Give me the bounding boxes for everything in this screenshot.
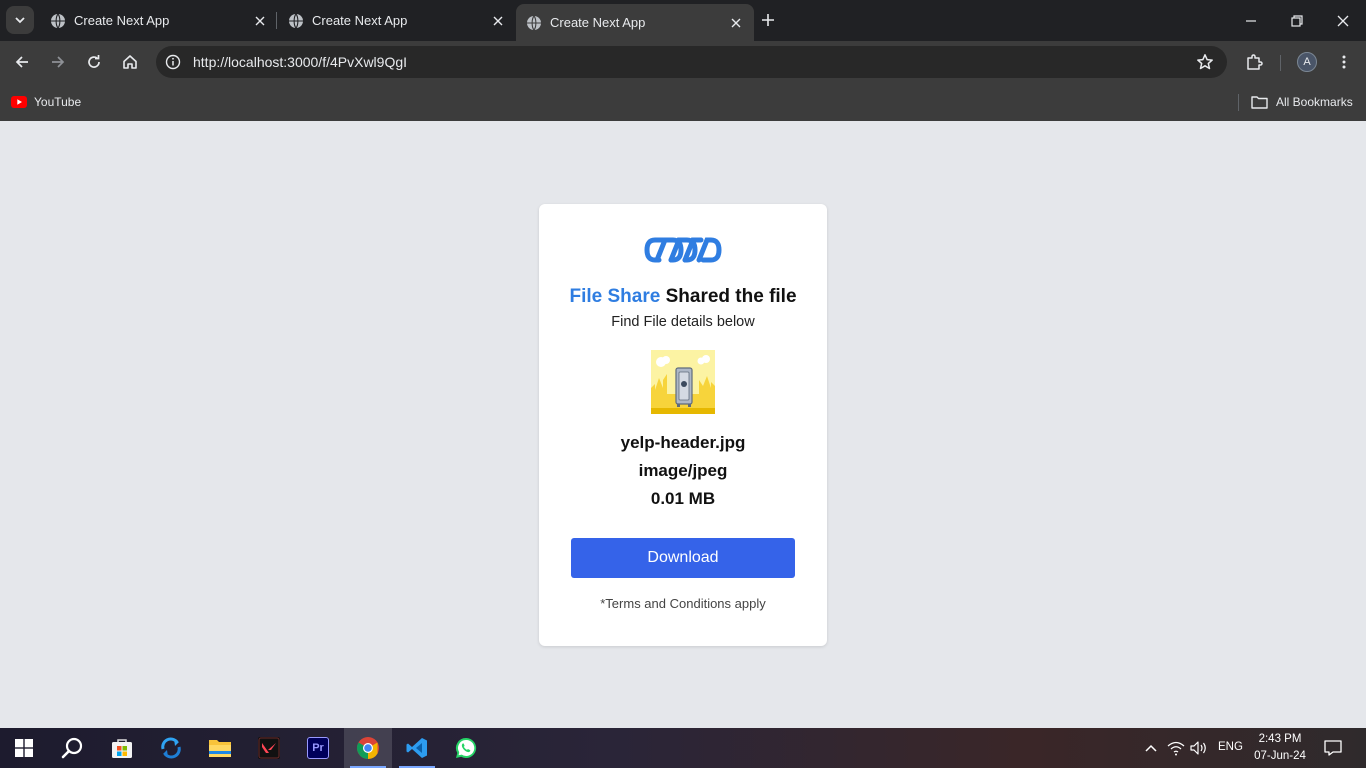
volume-button[interactable] <box>1189 738 1209 758</box>
bookmarks-divider <box>1238 94 1239 111</box>
restore-button[interactable] <box>1274 0 1320 41</box>
taskbar-vscode[interactable] <box>393 728 441 768</box>
globe-icon <box>51 13 65 28</box>
clock-time: 2:43 PM <box>1258 733 1302 745</box>
taskbar-sync-app[interactable] <box>147 728 195 768</box>
extensions-button[interactable] <box>1240 48 1268 76</box>
file-preview-image[interactable] <box>651 350 715 414</box>
chevron-up-icon <box>1145 744 1157 752</box>
all-bookmarks-button[interactable]: All Bookmarks <box>1251 91 1353 113</box>
taskbar-whatsapp[interactable] <box>442 728 490 768</box>
taskbar-chrome[interactable] <box>344 728 392 768</box>
close-tab-icon[interactable] <box>490 13 506 29</box>
tab-3-active[interactable]: Create Next App <box>516 4 754 41</box>
taskbar-search-button[interactable] <box>48 728 96 768</box>
clock-date: 07-Jun-24 <box>1254 750 1306 762</box>
profile-avatar[interactable]: A <box>1297 52 1317 72</box>
taskbar-store[interactable] <box>98 728 146 768</box>
microsoft-store-icon <box>112 739 132 758</box>
reload-icon <box>88 55 100 68</box>
taskbar-premiere-pro[interactable]: Pr <box>294 728 342 768</box>
all-bookmarks-label: All Bookmarks <box>1276 95 1353 109</box>
youtube-icon <box>11 96 27 108</box>
tab-strip: Create Next App Create Next App Create N… <box>0 0 1366 41</box>
globe-icon <box>527 15 541 30</box>
chrome-icon <box>357 737 379 759</box>
premiere-pro-icon: Pr <box>307 737 329 759</box>
bookmark-label: YouTube <box>34 95 82 109</box>
bookmarks-bar: YouTube All Bookmarks <box>0 84 1366 121</box>
close-tab-icon[interactable] <box>728 15 744 31</box>
back-button[interactable] <box>8 48 36 76</box>
search-icon <box>61 737 83 759</box>
taskbar-file-explorer[interactable] <box>196 728 244 768</box>
notification-center-button[interactable] <box>1320 736 1346 760</box>
tab-divider <box>276 12 277 29</box>
plus-icon <box>762 14 774 26</box>
forward-button[interactable] <box>44 48 72 76</box>
bookmark-star-icon[interactable] <box>1191 48 1219 76</box>
minimize-icon <box>1246 19 1256 22</box>
new-tab-button[interactable] <box>757 9 779 31</box>
minimize-button[interactable] <box>1228 0 1274 41</box>
kebab-menu-icon <box>1342 55 1346 69</box>
start-button[interactable] <box>0 728 48 768</box>
download-button[interactable]: Download <box>571 538 795 578</box>
notification-icon <box>1324 740 1342 756</box>
valorant-icon <box>258 737 280 759</box>
file-explorer-icon <box>209 740 231 757</box>
chevron-down-icon <box>15 17 25 24</box>
headline-text: Shared the file <box>665 286 797 307</box>
start-icon <box>15 739 33 757</box>
chain-link-logo-icon <box>644 237 722 263</box>
restore-icon <box>1291 14 1303 27</box>
speaker-icon <box>1190 741 1206 755</box>
toolbar-divider <box>1280 55 1281 71</box>
home-button[interactable] <box>116 48 144 76</box>
file-type: image/jpeg <box>638 461 728 480</box>
puzzle-icon <box>1247 54 1263 70</box>
close-window-button[interactable] <box>1320 0 1366 41</box>
site-info-icon[interactable] <box>163 52 183 72</box>
input-language[interactable]: ENG <box>1218 741 1243 753</box>
tab-search-button[interactable] <box>6 6 34 34</box>
page-body: File Share Shared the file Find File det… <box>0 121 1366 728</box>
folder-icon <box>1251 96 1268 109</box>
tab-title: Create Next App <box>74 13 170 28</box>
windows-taskbar: Pr ENG 2:43 PM 07-Jun-24 <box>0 728 1366 768</box>
tab-title: Create Next App <box>312 13 408 28</box>
safe-illustration-icon <box>651 350 715 414</box>
file-size: 0.01 MB <box>650 489 716 508</box>
whatsapp-icon <box>455 737 477 758</box>
home-icon <box>123 55 137 69</box>
taskbar-clock[interactable]: 2:43 PM 07-Jun-24 <box>1248 731 1312 765</box>
file-name: yelp-header.jpg <box>620 433 746 452</box>
brand-name: File Share <box>569 286 661 307</box>
sync-app-icon <box>161 737 181 759</box>
vscode-icon <box>406 738 427 758</box>
show-hidden-icons-button[interactable] <box>1141 738 1161 758</box>
bookmark-youtube[interactable]: YouTube <box>11 91 81 113</box>
address-bar[interactable]: http://localhost:3000/f/4PvXwl9QgI <box>156 46 1227 78</box>
network-button[interactable] <box>1166 738 1186 758</box>
close-tab-icon[interactable] <box>252 13 268 29</box>
terms-note: *Terms and Conditions apply <box>600 596 766 611</box>
file-share-card: File Share Shared the file Find File det… <box>539 204 827 646</box>
browser-menu-button[interactable] <box>1330 48 1358 76</box>
globe-icon <box>289 13 303 28</box>
reload-button[interactable] <box>80 48 108 76</box>
close-icon <box>1337 15 1349 26</box>
url-text[interactable]: http://localhost:3000/f/4PvXwl9QgI <box>193 54 1191 70</box>
tab-title: Create Next App <box>550 15 646 30</box>
taskbar-valorant[interactable] <box>245 728 293 768</box>
tab-2[interactable]: Create Next App <box>278 0 516 41</box>
browser-toolbar: http://localhost:3000/f/4PvXwl9QgI A <box>0 41 1366 84</box>
page-title: File Share Shared the file <box>539 286 827 308</box>
tab-1[interactable]: Create Next App <box>40 0 278 41</box>
back-arrow-icon <box>15 56 28 68</box>
forward-arrow-icon <box>52 56 65 68</box>
subtitle: Find File details below <box>611 314 755 330</box>
wifi-icon <box>1167 741 1185 756</box>
